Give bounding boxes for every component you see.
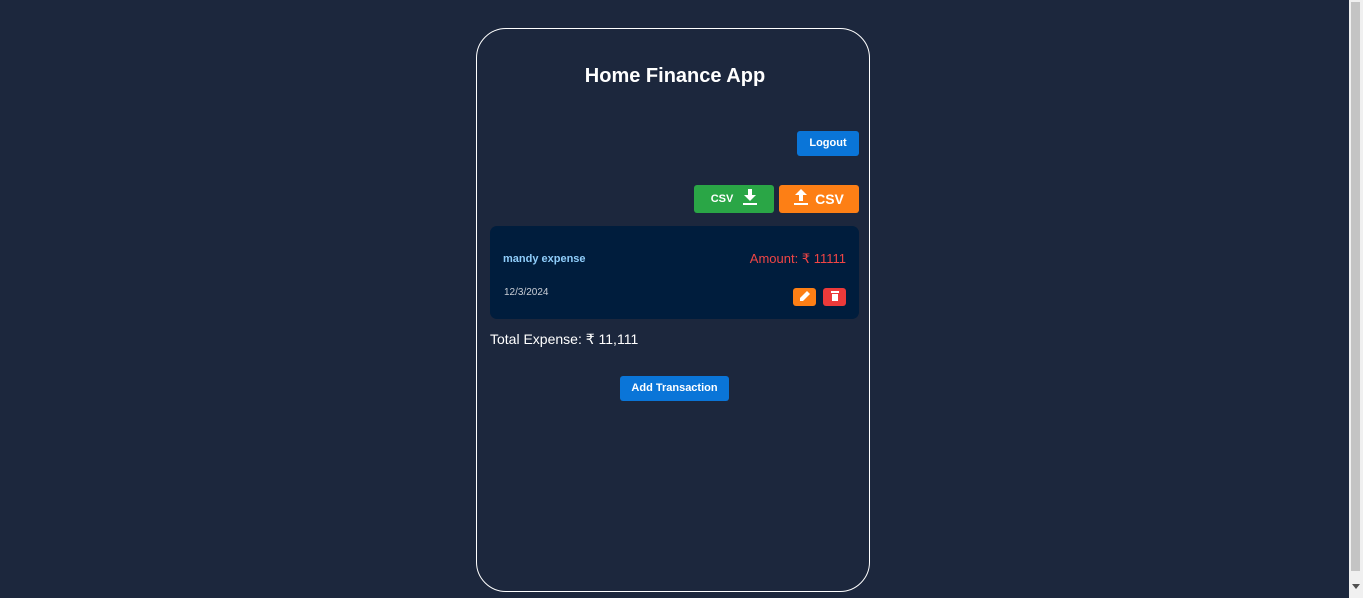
- vertical-scrollbar[interactable]: [1349, 0, 1363, 598]
- scrollbar-thumb[interactable]: [1351, 2, 1360, 571]
- transaction-amount: Amount: ₹ 11111: [749, 251, 846, 266]
- add-transaction-button[interactable]: Add Transaction: [620, 376, 729, 401]
- logout-button[interactable]: Logout: [797, 131, 859, 156]
- app-card: Home Finance App Logout CSV CSV mandy ex…: [476, 28, 870, 592]
- pencil-icon: [799, 288, 810, 306]
- total-expense: Total Expense: ₹ 11,111: [490, 331, 639, 347]
- download-icon: [743, 188, 758, 210]
- upload-icon: [794, 188, 809, 210]
- scroll-down-arrow-icon[interactable]: [1352, 584, 1360, 589]
- transaction-name: mandy expense: [503, 253, 586, 265]
- csv-upload-label: CSV: [815, 191, 844, 207]
- delete-transaction-button[interactable]: [823, 288, 846, 306]
- transaction-card: mandy expense Amount: ₹ 11111 12/3/2024: [490, 226, 859, 319]
- page: Home Finance App Logout CSV CSV mandy ex…: [0, 0, 1363, 598]
- csv-upload-button[interactable]: CSV: [779, 185, 859, 213]
- page-title: Home Finance App: [584, 65, 766, 87]
- trash-icon: [830, 288, 839, 306]
- edit-transaction-button[interactable]: [793, 288, 816, 306]
- transaction-date: 12/3/2024: [504, 287, 549, 298]
- csv-download-button[interactable]: CSV: [694, 185, 774, 213]
- csv-download-label: CSV: [710, 193, 734, 205]
